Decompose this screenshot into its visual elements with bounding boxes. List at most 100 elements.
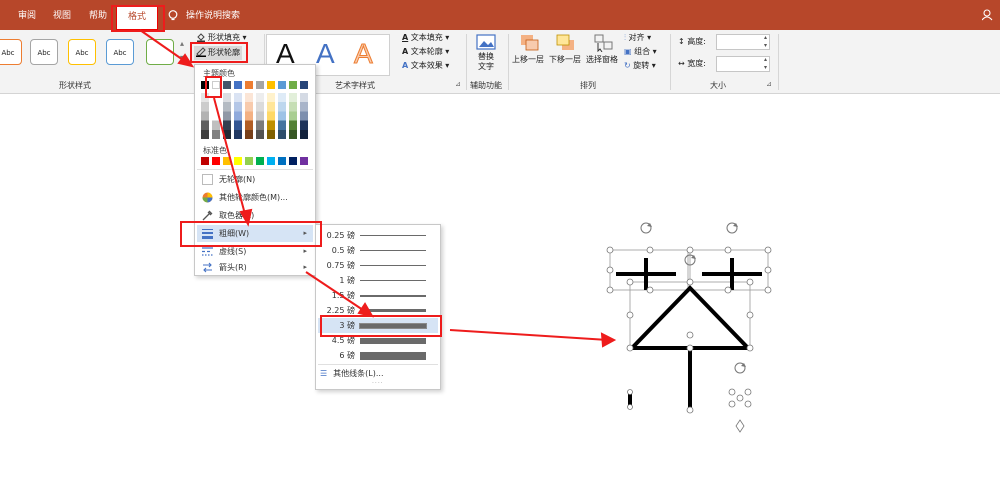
theme-color-swatch[interactable]	[201, 81, 209, 89]
shape-style-green[interactable]	[146, 39, 174, 65]
weight-option[interactable]: 2.25 磅	[318, 303, 438, 318]
standard-color-swatch[interactable]	[289, 157, 297, 165]
bring-forward-icon	[521, 35, 539, 51]
weight-line-sample	[359, 323, 427, 329]
text-effect-icon: A	[402, 61, 409, 70]
standard-color-swatch[interactable]	[223, 157, 231, 165]
user-icon[interactable]	[982, 9, 994, 21]
no-outline-label: 无轮廓(N)	[219, 175, 256, 184]
text-fill-button[interactable]: A 文本填充 ▾	[402, 32, 449, 44]
standard-color-swatch[interactable]	[245, 157, 253, 165]
shape-style-gray[interactable]: Abc	[30, 39, 58, 65]
theme-tint-column[interactable]	[256, 93, 264, 139]
group-button[interactable]: ▣ 组合 ▾	[624, 46, 657, 58]
size-dialog-launcher-icon[interactable]: ⊿	[766, 78, 772, 90]
wordart-style-orange[interactable]: A	[354, 38, 374, 70]
no-outline-item[interactable]: 无轮廓(N)	[197, 171, 313, 188]
shape-style-gold[interactable]: Abc	[68, 39, 96, 65]
eyedropper-item[interactable]: 取色器(E)	[197, 207, 313, 224]
align-label: 对齐	[628, 33, 645, 42]
weight-option-label: 6 磅	[339, 351, 355, 360]
standard-color-swatch[interactable]	[300, 157, 308, 165]
theme-tint-column[interactable]	[245, 93, 253, 139]
standard-color-swatch[interactable]	[256, 157, 264, 165]
theme-tint-column[interactable]	[267, 93, 275, 139]
submenu-arrow-icon: ▸	[303, 247, 307, 255]
more-lines-item[interactable]: ☰ 其他线条(L)...	[320, 368, 384, 379]
rotate-button[interactable]: ↻ 旋转 ▾	[624, 60, 656, 72]
resize-grip-icon[interactable]: ····	[372, 380, 384, 387]
selection-pane-icon	[594, 34, 613, 52]
gallery-scroll-up[interactable]: ▴	[180, 38, 184, 50]
wordart-style-blue[interactable]: A	[316, 38, 335, 70]
width-input[interactable]	[716, 56, 770, 72]
weight-option[interactable]: 0.25 磅	[318, 228, 438, 243]
standard-colors-label: 标准色	[203, 146, 227, 155]
group-label-wordart: 艺术字样式	[335, 81, 375, 90]
theme-tint-column[interactable]	[201, 93, 209, 139]
group-label-size: 大小	[710, 81, 726, 90]
theme-color-swatch[interactable]	[289, 81, 297, 89]
standard-color-swatch[interactable]	[234, 157, 242, 165]
weight-option[interactable]: 4.5 磅	[318, 333, 438, 348]
weight-option[interactable]: 3 磅	[318, 318, 438, 333]
tell-me-search[interactable]: 操作说明搜索	[186, 8, 256, 24]
arrows-item[interactable]: 箭头(R) ▸	[197, 259, 313, 276]
annotation-arrows	[449, 329, 617, 348]
shape-fill-button[interactable]: 形状填充 ▾	[196, 32, 247, 44]
theme-color-swatch[interactable]	[278, 81, 286, 89]
height-icon: ↕	[678, 37, 685, 46]
width-field-label: ↔ 宽度:	[678, 58, 706, 70]
weight-option[interactable]: 6 磅	[318, 348, 438, 363]
theme-tint-column[interactable]	[300, 93, 308, 139]
tab-format[interactable]: 格式	[116, 6, 158, 30]
tab-view[interactable]: 视图	[48, 8, 76, 24]
alt-text-button[interactable]: 替换 文字	[474, 52, 498, 72]
pen-outline-icon	[196, 47, 206, 57]
bring-forward-button[interactable]: 上移一层	[512, 54, 544, 66]
dashes-item[interactable]: 虚线(S) ▸	[197, 243, 313, 260]
more-outline-colors-item[interactable]: 其他轮廓颜色(M)...	[197, 189, 313, 206]
theme-color-swatch[interactable]	[234, 81, 242, 89]
wordart-dialog-launcher-icon[interactable]: ⊿	[455, 78, 461, 90]
theme-color-swatch[interactable]	[267, 81, 275, 89]
weight-option[interactable]: 0.75 磅	[318, 258, 438, 273]
alt-text-line1: 替换	[478, 52, 494, 61]
theme-color-swatch[interactable]	[223, 81, 231, 89]
theme-color-swatch[interactable]	[212, 81, 220, 89]
tab-review[interactable]: 审阅	[12, 8, 42, 24]
theme-color-swatch[interactable]	[256, 81, 264, 89]
tab-help[interactable]: 帮助	[84, 8, 112, 24]
more-lines-icon: ☰	[320, 369, 328, 378]
shape-outline-button[interactable]: 形状轮廓	[194, 46, 242, 60]
height-input[interactable]	[716, 34, 770, 50]
text-outline-button[interactable]: A 文本轮廓 ▾	[402, 46, 449, 58]
submenu-arrow-icon: ▸	[303, 229, 307, 237]
standard-color-swatch[interactable]	[278, 157, 286, 165]
theme-tint-column[interactable]	[223, 93, 231, 139]
theme-tint-column[interactable]	[212, 93, 220, 139]
gallery-scroll-down[interactable]: ▾	[180, 52, 184, 64]
selection-pane-button[interactable]: 选择窗格	[586, 54, 618, 66]
theme-tint-column[interactable]	[234, 93, 242, 139]
standard-color-swatch[interactable]	[212, 157, 220, 165]
weight-submenu: 0.25 磅 0.5 磅 0.75 磅 1 磅 1.5 磅 2.25 磅 3 磅 4.5 磅 6…	[315, 224, 441, 390]
theme-tint-column[interactable]	[289, 93, 297, 139]
standard-color-swatch[interactable]	[201, 157, 209, 165]
weight-item[interactable]: 粗细(W) ▸	[197, 225, 313, 242]
theme-tint-column[interactable]	[278, 93, 286, 139]
weight-option[interactable]: 1.5 磅	[318, 288, 438, 303]
standard-color-swatch[interactable]	[267, 157, 275, 165]
align-button[interactable]: ⫶ 对齐 ▾	[624, 32, 651, 44]
text-effect-button[interactable]: A 文本效果 ▾	[402, 60, 449, 72]
shape-style-blue[interactable]: Abc	[106, 39, 134, 65]
theme-color-swatch[interactable]	[300, 81, 308, 89]
weight-line-sample	[360, 338, 426, 344]
weight-option[interactable]: 0.5 磅	[318, 243, 438, 258]
send-backward-button[interactable]: 下移一层	[549, 54, 581, 66]
theme-color-swatch[interactable]	[245, 81, 253, 89]
shape-style-orange[interactable]: Abc	[0, 39, 22, 65]
weight-option[interactable]: 1 磅	[318, 273, 438, 288]
selected-shapes[interactable]	[606, 222, 772, 433]
submenu-arrow-icon: ▸	[303, 263, 307, 271]
